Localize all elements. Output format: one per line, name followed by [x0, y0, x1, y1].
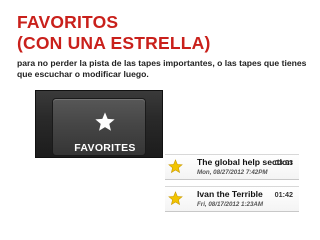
star-icon[interactable]: [168, 159, 183, 174]
favorites-tab-label: FAVORITES: [74, 142, 136, 154]
star-icon: [94, 111, 116, 133]
favorites-tab-screenshot: FAVORITES: [35, 90, 163, 158]
star-icon[interactable]: [168, 191, 183, 206]
item-timestamp: Fri, 08/17/2012 1:23AM: [197, 201, 264, 208]
item-duration: 03:03: [274, 158, 293, 167]
slide-title: FAVORITOS (CON UNA ESTRELLA): [17, 12, 307, 54]
item-timestamp: Mon, 08/27/2012 7:42PM: [197, 169, 268, 176]
list-item[interactable]: Ivan the Terrible Fri, 08/17/2012 1:23AM…: [165, 186, 299, 212]
item-duration: 01:42: [274, 190, 293, 199]
favorites-list-screenshot: The global help section Mon, 08/27/2012 …: [165, 148, 299, 212]
slide-title-line-1: FAVORITOS: [17, 12, 119, 32]
slide-title-line-2: (CON UNA ESTRELLA): [17, 33, 211, 53]
list-item[interactable]: The global help section Mon, 08/27/2012 …: [165, 154, 299, 180]
item-title: Ivan the Terrible: [197, 189, 263, 199]
slide-description: para no perder la pista de las tapes imp…: [17, 58, 307, 80]
favorites-tab-button[interactable]: FAVORITES: [53, 99, 145, 155]
